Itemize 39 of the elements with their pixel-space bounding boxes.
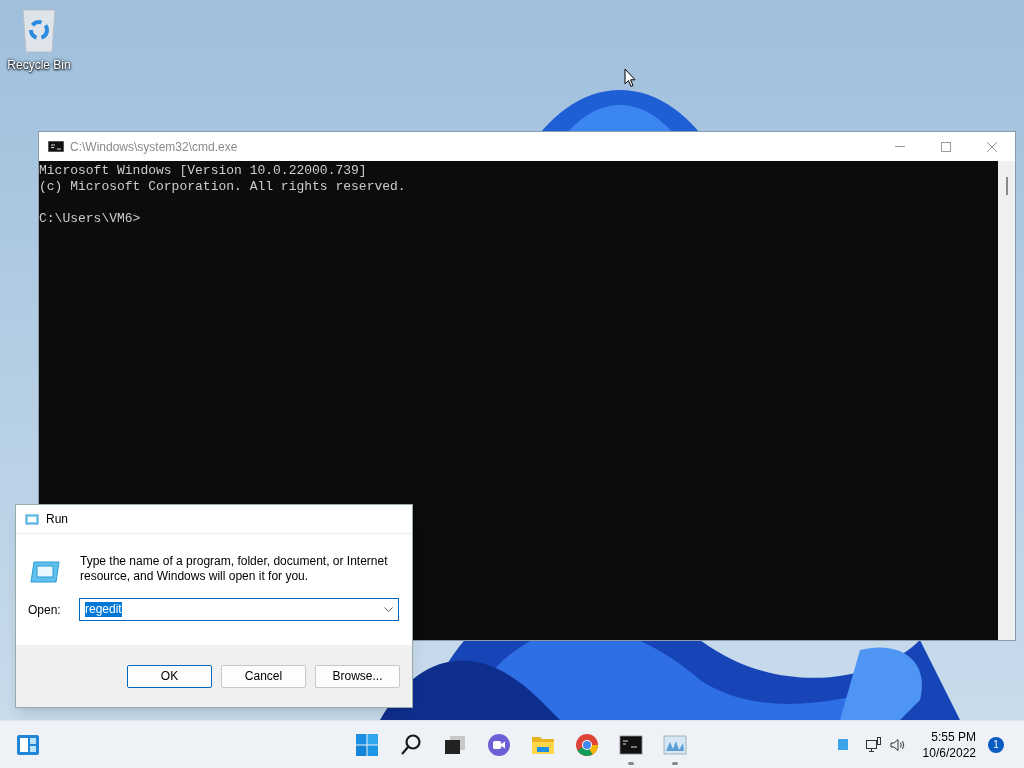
clock-time: 5:55 PM xyxy=(931,728,976,745)
clock[interactable]: 5:55 PM 10/6/2022 xyxy=(922,728,976,761)
console-line: Microsoft Windows [Version 10.0.22000.739] xyxy=(39,163,368,179)
video-chat-icon[interactable] xyxy=(487,732,511,757)
minimize-icon xyxy=(895,146,905,147)
scrollbar[interactable] xyxy=(998,161,1015,640)
open-label: Open: xyxy=(28,601,62,619)
run-icon xyxy=(30,561,60,583)
notification-count[interactable]: 1 xyxy=(988,736,1004,753)
open-value: regedit xyxy=(85,602,122,617)
dialog-button[interactable]: Browse... xyxy=(315,664,400,688)
dialog-button[interactable]: Cancel xyxy=(221,664,306,688)
close-icon xyxy=(987,141,997,152)
maximize-icon xyxy=(941,141,951,152)
start-icon[interactable] xyxy=(355,732,379,757)
widgets-icon[interactable] xyxy=(16,733,40,756)
dialog-title: Run xyxy=(46,511,68,528)
recycle-bin-icon[interactable] xyxy=(20,8,58,54)
run-icon xyxy=(25,513,39,525)
desktop-icon-label: Recycle Bin xyxy=(7,57,71,74)
console-line: (c) Microsoft Corporation. All rights reserved. xyxy=(39,179,407,195)
search-icon[interactable] xyxy=(399,732,423,757)
terminal-icon xyxy=(48,141,64,152)
chart-window-icon[interactable] xyxy=(663,732,687,757)
dialog-message: Type the name of a program, folder, document, or Internet resource, and Windows will open it for you. xyxy=(80,554,389,584)
volume-icon[interactable] xyxy=(889,737,907,752)
window-title: C:\Windows\system32\cmd.exe xyxy=(70,138,238,156)
mouse-pointer-icon xyxy=(624,68,636,88)
dialog-button[interactable]: OK xyxy=(127,664,212,688)
open-combobox[interactable]: regedit xyxy=(79,598,399,621)
scroll-thumb[interactable] xyxy=(1005,177,1008,195)
tray-square-icon[interactable] xyxy=(837,739,848,750)
network-icon[interactable] xyxy=(865,736,882,753)
terminal-icon[interactable] xyxy=(619,732,643,757)
clock-date: 10/6/2022 xyxy=(922,744,976,761)
running-indicator xyxy=(628,761,634,765)
browser-icon[interactable] xyxy=(575,732,599,757)
console-prompt: C:\Users\VM6> xyxy=(39,211,142,227)
running-indicator xyxy=(672,761,678,765)
